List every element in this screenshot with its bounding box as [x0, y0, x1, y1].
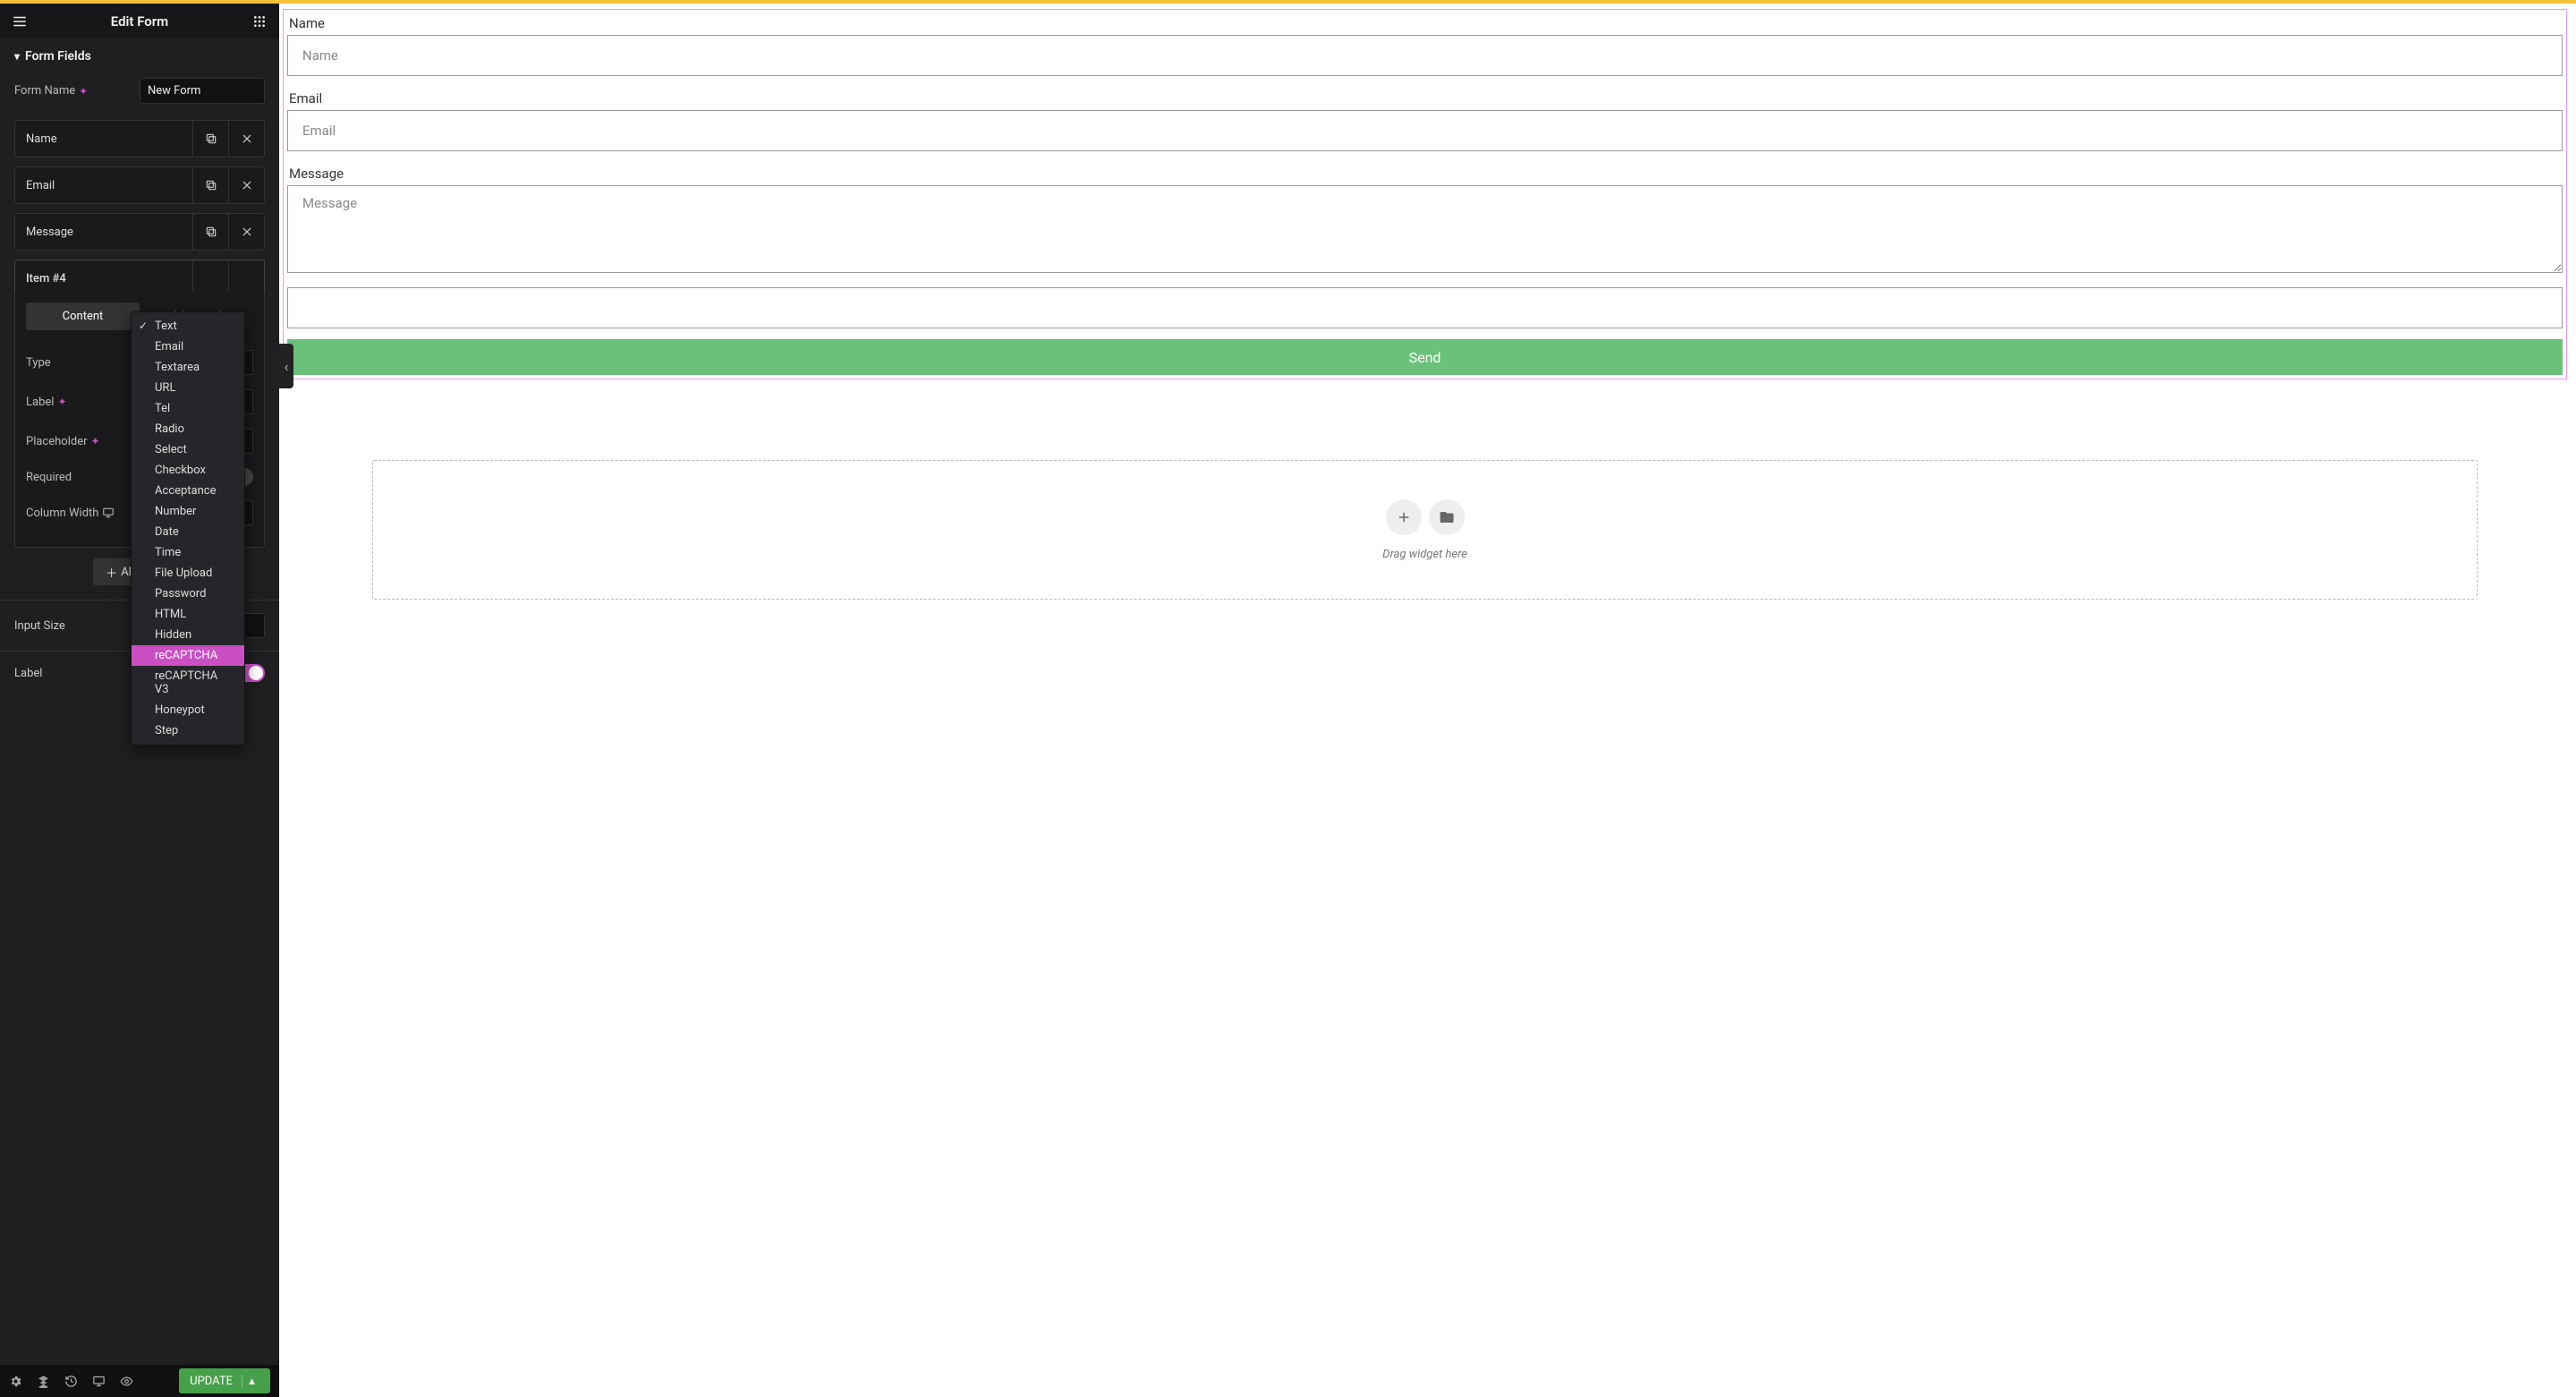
ai-sparkle-icon[interactable]: ✦: [91, 435, 100, 447]
chevron-up-icon[interactable]: ▴: [242, 1375, 261, 1388]
type-dropdown[interactable]: TextEmailTextareaURLTelRadioSelectCheckb…: [131, 311, 245, 745]
field-item-email[interactable]: Email: [14, 166, 265, 204]
preview-icon[interactable]: [120, 1375, 133, 1388]
type-option-tel[interactable]: Tel: [132, 398, 244, 419]
folder-icon[interactable]: [1429, 499, 1465, 535]
field-label-name: Name: [289, 15, 2563, 31]
history-icon[interactable]: [64, 1375, 78, 1388]
type-option-textarea[interactable]: Textarea: [132, 357, 244, 378]
item4-input[interactable]: [287, 287, 2563, 328]
navigator-icon[interactable]: [37, 1375, 50, 1388]
close-icon[interactable]: [228, 121, 264, 157]
type-option-honeypot[interactable]: Honeypot: [132, 700, 244, 720]
type-option-password[interactable]: Password: [132, 584, 244, 604]
preview-canvas: Name Email Message Send Drag widg: [279, 4, 2576, 1397]
type-option-number[interactable]: Number: [132, 501, 244, 522]
form-name-row: Form Name ✦: [0, 72, 279, 115]
widgets-grid-icon[interactable]: [247, 4, 272, 38]
editor-panel: Edit Form Form Fields Form Name ✦ Name: [0, 4, 279, 1397]
add-widget-icon[interactable]: [1386, 499, 1422, 535]
form-name-input[interactable]: [140, 78, 265, 104]
responsive-icon[interactable]: [102, 507, 115, 519]
type-option-hidden[interactable]: Hidden: [132, 625, 244, 645]
duplicate-icon[interactable]: [192, 260, 228, 296]
ai-sparkle-icon[interactable]: ✦: [57, 396, 66, 408]
type-option-file-upload[interactable]: File Upload: [132, 563, 244, 584]
duplicate-icon[interactable]: [192, 214, 228, 250]
collapse-panel-handle[interactable]: [279, 344, 293, 388]
close-icon[interactable]: [228, 260, 264, 296]
panel-header: Edit Form: [0, 4, 279, 38]
drop-zone-text: Drag widget here: [1382, 548, 1467, 561]
type-option-recaptcha[interactable]: reCAPTCHA: [132, 645, 244, 666]
app-root: Edit Form Form Fields Form Name ✦ Name: [0, 4, 2576, 1397]
widget-drop-zone[interactable]: Drag widget here: [372, 460, 2478, 600]
caret-down-icon: [14, 49, 20, 64]
type-option-time[interactable]: Time: [132, 542, 244, 563]
type-option-text[interactable]: Text: [132, 316, 244, 336]
submit-button[interactable]: Send: [287, 339, 2563, 375]
panel-title: Edit Form: [111, 13, 168, 30]
settings-icon[interactable]: [9, 1375, 22, 1388]
plus-icon: ＋: [106, 564, 117, 581]
type-option-checkbox[interactable]: Checkbox: [132, 460, 244, 481]
field-item-message[interactable]: Message: [14, 213, 265, 251]
field-label-email: Email: [289, 90, 2563, 106]
close-icon[interactable]: [228, 214, 264, 250]
type-option-html[interactable]: HTML: [132, 604, 244, 625]
panel-footer: UPDATE ▴: [0, 1365, 279, 1397]
close-icon[interactable]: [228, 167, 264, 203]
field-label-message: Message: [289, 166, 2563, 182]
message-textarea[interactable]: [287, 185, 2563, 273]
type-option-recaptcha-v3[interactable]: reCAPTCHA V3: [132, 666, 244, 700]
type-option-select[interactable]: Select: [132, 439, 244, 460]
type-option-url[interactable]: URL: [132, 378, 244, 398]
field-list: Name Email Message Item #4: [0, 115, 279, 301]
section-title-text: Form Fields: [25, 49, 91, 64]
type-option-acceptance[interactable]: Acceptance: [132, 481, 244, 501]
menu-icon[interactable]: [7, 4, 32, 38]
duplicate-icon[interactable]: [192, 121, 228, 157]
type-option-date[interactable]: Date: [132, 522, 244, 542]
email-input[interactable]: [287, 110, 2563, 151]
responsive-mode-icon[interactable]: [92, 1375, 106, 1388]
field-item-name[interactable]: Name: [14, 120, 265, 158]
form-widget[interactable]: Name Email Message Send: [283, 9, 2567, 379]
tab-content[interactable]: Content: [26, 302, 140, 330]
drop-zone-icons: [1386, 499, 1465, 535]
type-option-step[interactable]: Step: [132, 720, 244, 741]
name-input[interactable]: [287, 35, 2563, 76]
footer-tools: [9, 1375, 133, 1388]
section-form-fields[interactable]: Form Fields: [0, 38, 279, 72]
duplicate-icon[interactable]: [192, 167, 228, 203]
update-button[interactable]: UPDATE ▴: [179, 1368, 270, 1393]
type-option-email[interactable]: Email: [132, 336, 244, 357]
type-option-radio[interactable]: Radio: [132, 419, 244, 439]
form-name-label: Form Name ✦: [14, 84, 88, 98]
ai-sparkle-icon[interactable]: ✦: [79, 85, 88, 98]
